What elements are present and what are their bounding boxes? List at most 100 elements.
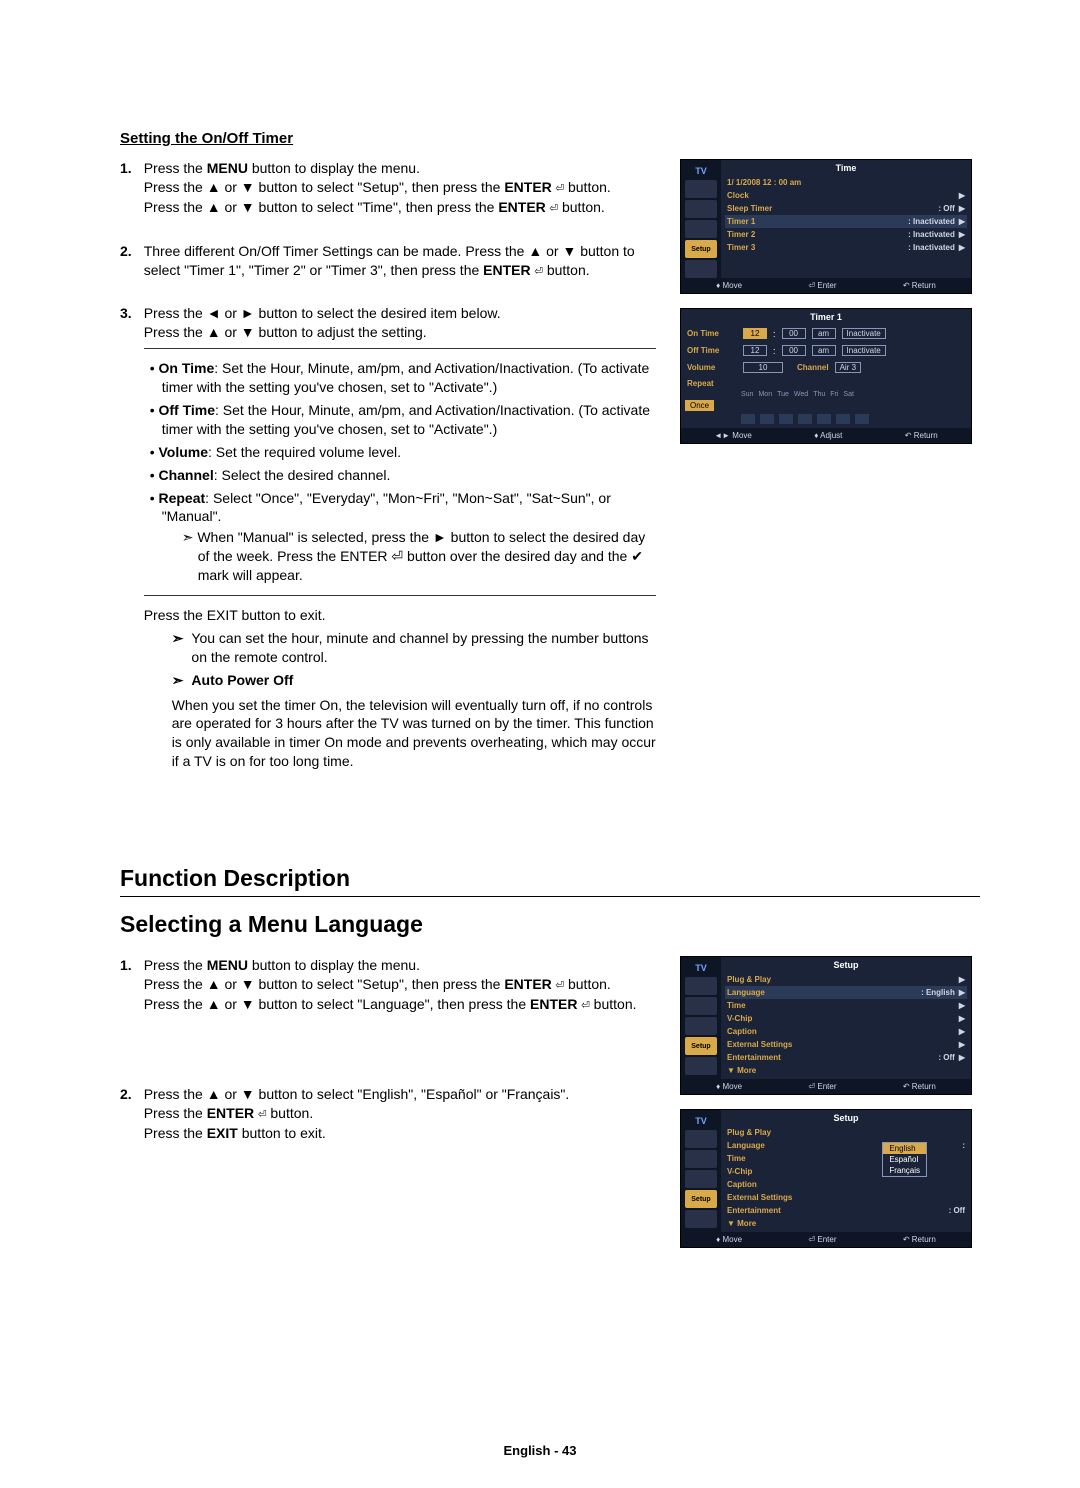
enter-icon: ⏎	[581, 997, 589, 1013]
row-label: Clock	[727, 191, 749, 200]
side-slab	[685, 1170, 717, 1188]
side-slab	[685, 200, 717, 218]
bar-enter: Enter	[817, 1082, 836, 1091]
row-label: V-Chip	[727, 1167, 752, 1176]
side-setup: Setup	[685, 240, 717, 258]
min-box: 00	[782, 345, 806, 356]
enter-label: ENTER	[498, 199, 545, 215]
bar-enter: Enter	[817, 1235, 836, 1244]
enter-label: ENTER	[207, 1105, 254, 1121]
r-label: Volume	[687, 363, 737, 372]
row-label: ▼ More	[727, 1219, 756, 1228]
day: Tue	[777, 391, 789, 398]
step-num: 1.	[120, 159, 132, 218]
r-label: Off Time	[687, 346, 737, 355]
enter-icon: ⏎	[808, 281, 815, 290]
text: button.	[543, 262, 590, 278]
enter-label: ENTER	[504, 179, 551, 195]
side-slab	[685, 220, 717, 238]
row-label: Language	[727, 1141, 765, 1150]
activate-box: Inactivate	[842, 328, 886, 339]
side-setup: Setup	[685, 1190, 717, 1208]
hour-box: 12	[743, 328, 767, 339]
day-check	[836, 414, 850, 424]
opt-label: Repeat	[158, 490, 205, 506]
tv-badge: TV	[695, 164, 707, 178]
enter-icon: ⏎	[535, 263, 543, 279]
enter-label: ENTER	[504, 976, 551, 992]
row-value: : English	[921, 988, 955, 997]
heading-function-description: Function Description	[120, 865, 980, 897]
return-icon: ↶	[903, 1235, 910, 1244]
row-label: Caption	[727, 1027, 757, 1036]
row-value: : Inactivated	[908, 217, 955, 226]
exit-line: Press the EXIT button to exit.	[144, 607, 326, 623]
row-label: Caption	[727, 1180, 757, 1189]
chevron-right-icon: ▶	[959, 975, 965, 984]
text: Press the ▲ or ▼ button to adjust the se…	[144, 324, 427, 340]
osd-title: Setup	[725, 1112, 967, 1126]
text: button.	[267, 1105, 314, 1121]
bar-enter: Enter	[817, 281, 836, 290]
text: button to display the menu.	[248, 160, 420, 176]
row-label: Language	[727, 988, 765, 997]
updown-icon: ♦	[716, 1082, 720, 1091]
language-instructions: 1. Press the MENU button to display the …	[120, 956, 656, 1262]
ampm-box: am	[812, 328, 836, 339]
row-label: Time	[727, 1154, 746, 1163]
text: Press the ▲ or ▼ button to select "Engli…	[144, 1086, 570, 1102]
chevron-right-icon: ▶	[959, 230, 965, 239]
step-num: 1.	[120, 956, 132, 1015]
row-value: : Off	[938, 204, 954, 213]
chevron-right-icon: ▶	[959, 1014, 965, 1023]
ampm-box: am	[812, 345, 836, 356]
vol-box: 10	[743, 362, 783, 373]
hour-box: 12	[743, 345, 767, 356]
enter-icon: ⏎	[258, 1106, 266, 1122]
r-label: Repeat	[687, 379, 737, 388]
bar-return: Return	[912, 281, 936, 290]
lang-option-espanol: Español	[883, 1154, 926, 1165]
side-slab	[685, 180, 717, 198]
row-value: : Off	[949, 1206, 965, 1215]
text: Press the ▲ or ▼ button to select "Langu…	[144, 996, 530, 1012]
enter-icon: ⏎	[550, 200, 558, 216]
chevron-right-icon: ▶	[959, 1001, 965, 1010]
text: Press the ◄ or ► button to select the de…	[144, 305, 501, 321]
lang-option-francais: Français	[883, 1165, 926, 1176]
once-box: Once	[685, 400, 714, 411]
bar-move: Move	[723, 1235, 743, 1244]
text: button.	[590, 996, 637, 1012]
opt-text: : Select "Once", "Everyday", "Mon~Fri", …	[162, 490, 611, 525]
lr-icon: ◄►	[714, 431, 730, 440]
text: Press the ▲ or ▼ button to select "Time"…	[144, 199, 499, 215]
row-label: Time	[727, 1001, 746, 1010]
day-check	[779, 414, 793, 424]
text: Press the	[144, 1125, 207, 1141]
timer-instructions: 1. Press the MENU button to display the …	[120, 159, 656, 795]
opt-sub: When "Manual" is selected, press the ► b…	[197, 529, 645, 583]
arrow-icon: ➣	[172, 629, 184, 667]
enter-icon: ⏎	[556, 977, 564, 993]
text: button.	[564, 976, 611, 992]
text: button.	[564, 179, 611, 195]
updown-icon: ♦	[716, 1235, 720, 1244]
row-value: : Off	[938, 1053, 954, 1062]
opt-label: On Time	[158, 360, 214, 376]
chevron-right-icon: ▶	[959, 1040, 965, 1049]
day: Fri	[830, 391, 838, 398]
step-num: 2.	[120, 242, 132, 281]
row-label: Plug & Play	[727, 975, 771, 984]
text: Press the	[144, 957, 207, 973]
row-label: Entertainment	[727, 1206, 781, 1215]
osd-title: Timer 1	[681, 309, 971, 325]
chevron-right-icon: ▶	[959, 204, 965, 213]
updown-icon: ♦	[716, 281, 720, 290]
text: Press the	[144, 1105, 207, 1121]
row-label: Sleep Timer	[727, 204, 772, 213]
enter-label: ENTER	[483, 262, 530, 278]
day-check	[798, 414, 812, 424]
row-label: ▼ More	[727, 1066, 756, 1075]
text: button.	[558, 199, 605, 215]
section-title-timer: Setting the On/Off Timer	[120, 130, 980, 147]
